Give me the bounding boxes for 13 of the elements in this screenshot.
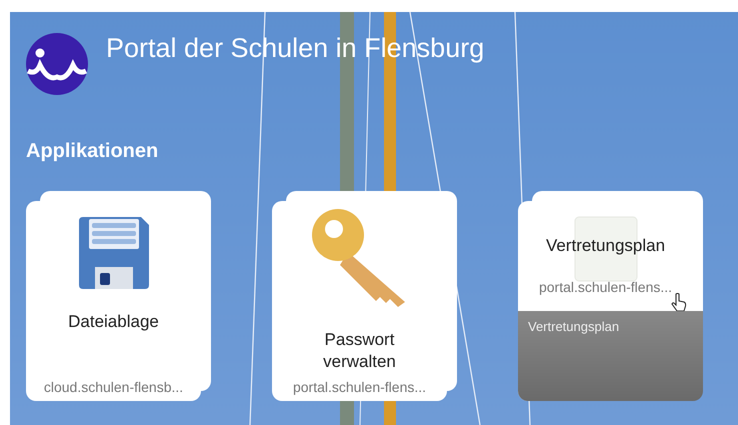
app-tile[interactable]: Dateiablage cloud.schulen-flensb... (26, 191, 211, 401)
hand-pointer-icon (671, 293, 687, 313)
wave-logo-icon[interactable] (26, 33, 88, 95)
app-tile[interactable]: Passwort verwalten portal.schulen-flens... (272, 191, 457, 401)
app-description: Vertretungsplan (528, 319, 620, 334)
app-name: Passwort verwalten (322, 329, 397, 374)
app-url: portal.schulen-flens... (538, 279, 672, 296)
app-name: Dateiablage (67, 311, 160, 333)
app-name: Vertretungsplan (544, 235, 666, 257)
app-url: portal.schulen-flens... (292, 379, 426, 395)
app-tile[interactable]: Vertretungsplan portal.schulen-flens... Vertretungsplan (518, 191, 703, 401)
section-heading: Applikationen (26, 140, 160, 163)
app-url: cloud.schulen-flensb... (44, 379, 184, 395)
